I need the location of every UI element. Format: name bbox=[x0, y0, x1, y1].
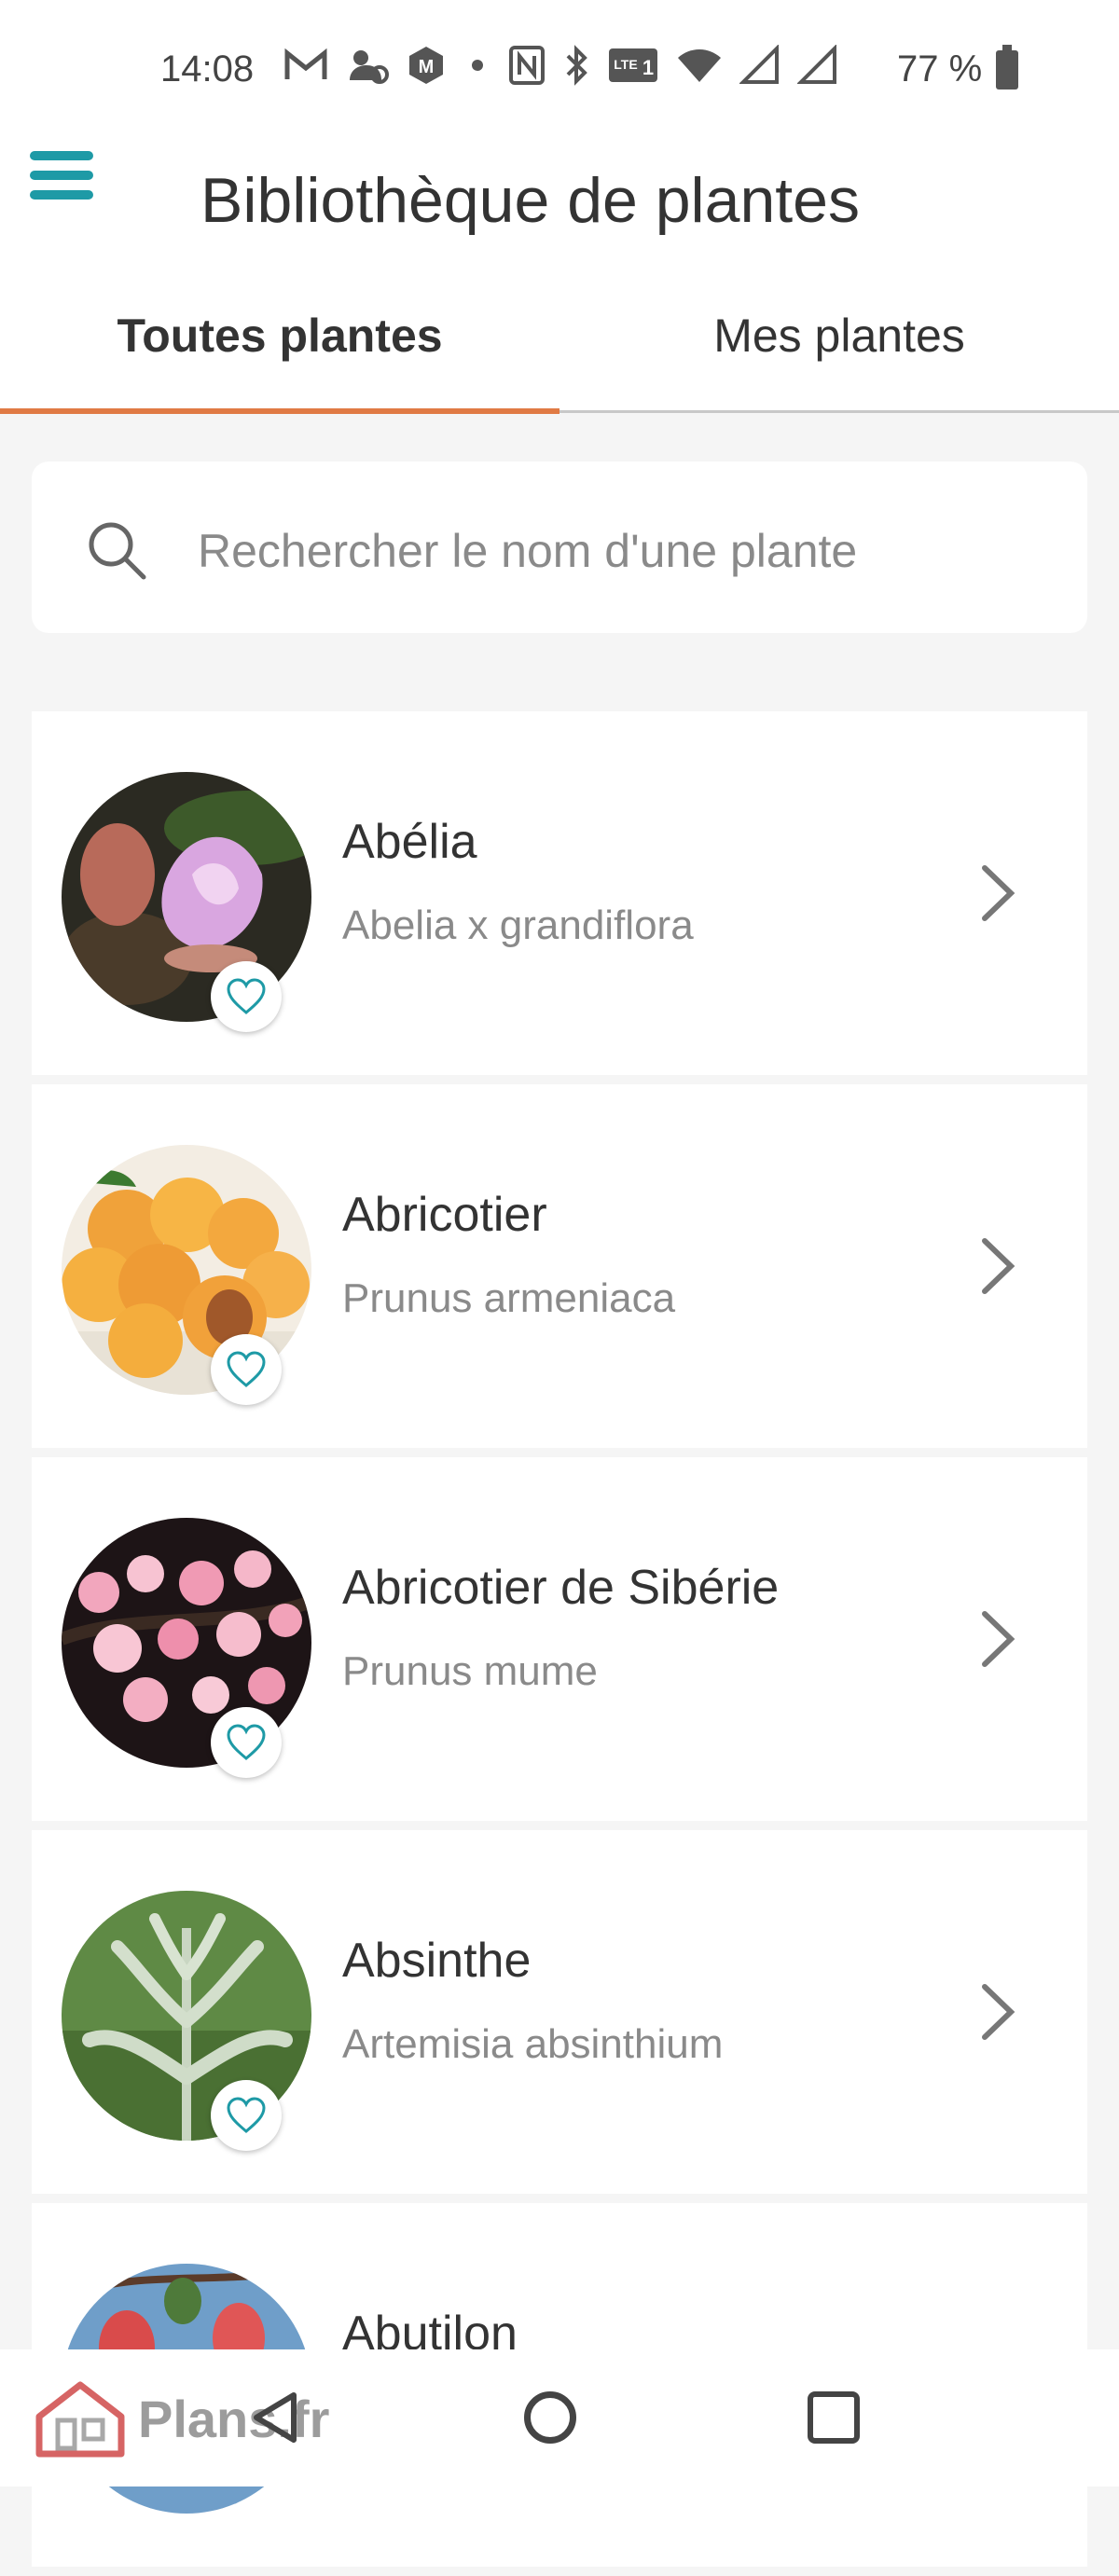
search-icon bbox=[89, 522, 146, 580]
signal-icon bbox=[796, 44, 838, 95]
svg-text:1: 1 bbox=[642, 56, 654, 79]
weather-icon bbox=[344, 47, 389, 93]
plant-latin-name: Prunus mume bbox=[342, 1648, 598, 1694]
favorite-heart-icon[interactable] bbox=[211, 961, 282, 1032]
page-title: Bibliothèque de plantes bbox=[200, 165, 860, 236]
nav-recent-apps-icon[interactable] bbox=[808, 2391, 860, 2444]
house-logo-icon bbox=[35, 2381, 125, 2458]
plant-row-abricotier-de-siberie[interactable]: Abricotier de Sibérie Prunus mume bbox=[32, 1457, 1087, 1821]
chevron-right-icon bbox=[982, 865, 1015, 921]
chevron-right-icon bbox=[982, 1984, 1015, 2040]
tab-my-plants[interactable]: Mes plantes bbox=[560, 261, 1119, 410]
plant-list: Abélia Abelia x grandiflora Abricotier P… bbox=[32, 711, 1087, 2576]
plant-latin-name: Artemisia absinthium bbox=[342, 2021, 724, 2067]
plant-latin-name: Prunus armeniaca bbox=[342, 1275, 676, 1321]
active-tab-indicator bbox=[0, 408, 560, 414]
app-icon: M bbox=[406, 45, 447, 95]
nav-home-icon[interactable] bbox=[524, 2391, 576, 2444]
signal-icon bbox=[739, 44, 781, 95]
bluetooth-icon bbox=[562, 45, 590, 95]
dot-icon bbox=[463, 45, 491, 95]
hamburger-menu-icon[interactable] bbox=[30, 151, 95, 203]
favorite-heart-icon[interactable] bbox=[211, 1707, 282, 1778]
status-time: 14:08 bbox=[160, 48, 255, 90]
plant-row-absinthe[interactable]: Absinthe Artemisia absinthium bbox=[32, 1830, 1087, 2194]
plant-name: Abélia bbox=[342, 815, 477, 869]
battery-icon bbox=[996, 45, 1018, 90]
gmail-icon bbox=[284, 48, 327, 91]
chevron-right-icon bbox=[982, 1611, 1015, 1667]
tab-bar: Toutes plantes Mes plantes bbox=[0, 261, 1119, 414]
status-icons: M LTE 1 bbox=[284, 44, 838, 95]
search-input[interactable] bbox=[196, 517, 1039, 585]
battery-percentage: 77 % bbox=[897, 48, 983, 90]
favorite-heart-icon[interactable] bbox=[211, 1334, 282, 1405]
wifi-icon bbox=[676, 45, 723, 95]
plant-row-abelia[interactable]: Abélia Abelia x grandiflora bbox=[32, 711, 1087, 1075]
plant-latin-name: Abelia x grandiflora bbox=[342, 902, 694, 948]
plant-name: Abricotier bbox=[342, 1188, 547, 1242]
nav-back-icon[interactable] bbox=[247, 2390, 303, 2445]
plant-name: Absinthe bbox=[342, 1934, 532, 1988]
plant-name: Abricotier de Sibérie bbox=[342, 1561, 780, 1615]
chevron-right-icon bbox=[982, 1238, 1015, 1294]
nfc-icon bbox=[508, 45, 546, 95]
svg-text:LTE: LTE bbox=[614, 57, 637, 72]
volte-icon: LTE 1 bbox=[607, 45, 659, 95]
status-bar: 14:08 M LTE 1 77 % bbox=[0, 0, 1119, 140]
plant-row-abricotier[interactable]: Abricotier Prunus armeniaca bbox=[32, 1084, 1087, 1448]
tab-all-plants[interactable]: Toutes plantes bbox=[0, 261, 560, 410]
svg-text:M: M bbox=[419, 57, 435, 77]
favorite-heart-icon[interactable] bbox=[211, 2080, 282, 2151]
